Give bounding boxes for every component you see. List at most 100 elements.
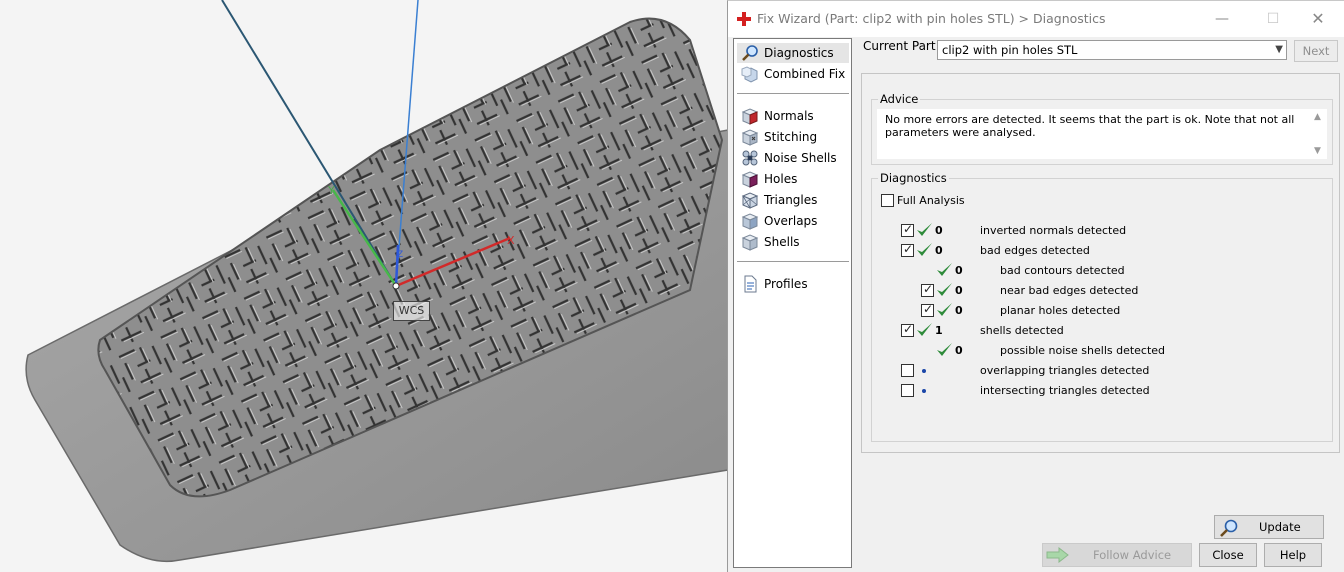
nav-separator (737, 261, 849, 262)
diagnostic-count: 0 (935, 244, 943, 257)
nav-item-triangles[interactable]: Triangles (737, 190, 849, 210)
ok-check-icon (937, 283, 952, 296)
diagnostic-row: 0 possible noise shells detected (901, 341, 1341, 361)
normals-cube-icon (741, 108, 759, 125)
diagnostic-checkbox[interactable] (921, 302, 934, 317)
current-part-label: Current Part: (863, 39, 940, 53)
title-bar[interactable]: Fix Wizard (Part: clip2 with pin holes S… (728, 1, 1344, 37)
nav-label: Combined Fix (764, 67, 846, 81)
diagnostic-checkbox[interactable] (901, 322, 914, 337)
diagnostic-label: bad contours detected (1000, 264, 1125, 277)
diagnostic-checkbox[interactable] (901, 364, 914, 377)
close-window-button[interactable]: ✕ (1295, 1, 1341, 37)
diagnostic-checkbox[interactable] (901, 242, 914, 257)
minimize-button[interactable]: — (1199, 1, 1245, 37)
stitching-cube-icon (741, 129, 759, 146)
nav-label: Shells (764, 235, 800, 249)
full-analysis-checkbox[interactable] (881, 194, 894, 207)
diagnostics-group: Diagnostics Full Analysis 0 inverted norm… (871, 171, 1333, 539)
wcs-label: WCS (393, 301, 430, 321)
nav-item-noise-shells[interactable]: Noise Shells (737, 148, 849, 168)
window-title: Fix Wizard (Part: clip2 with pin holes S… (757, 11, 1106, 26)
full-analysis-label: Full Analysis (897, 194, 965, 207)
shells-cube-icon (741, 234, 759, 251)
follow-advice-label: Follow Advice (1093, 548, 1172, 562)
3d-viewport[interactable]: Y X Z WCS (0, 0, 728, 572)
diagnostic-row: 0 bad edges detected (901, 241, 1341, 261)
ok-check-icon (937, 263, 952, 276)
diagnostic-label: overlapping triangles detected (980, 364, 1150, 377)
combined-fix-icon (741, 66, 758, 83)
nav-label: Profiles (764, 277, 808, 291)
diagnostic-row: 0 near bad edges detected (901, 281, 1341, 301)
ok-check-icon (937, 303, 952, 316)
x-axis-label: X (507, 234, 515, 247)
overlaps-cube-icon (741, 213, 759, 230)
arrow-right-icon (1046, 547, 1069, 563)
nav-label: Triangles (764, 193, 818, 207)
noise-shells-icon (742, 150, 758, 166)
diagnostic-label: intersecting triangles detected (980, 384, 1150, 397)
z-axis-label: Z (397, 250, 403, 260)
diagnostics-group-title: Diagnostics (878, 171, 949, 185)
nav-item-stitching[interactable]: Stitching (737, 127, 849, 147)
fix-wizard-dialog: Fix Wizard (Part: clip2 with pin holes S… (727, 0, 1344, 572)
help-button[interactable]: Help (1264, 543, 1322, 567)
ok-check-icon (917, 323, 932, 336)
follow-advice-button[interactable]: Follow Advice (1042, 543, 1192, 567)
chevron-down-icon: ▼ (1275, 44, 1283, 55)
diagnostic-count: 0 (955, 344, 963, 357)
magnifier-icon (742, 45, 758, 61)
diagnostic-checkbox[interactable] (901, 384, 914, 397)
maximize-button[interactable]: ☐ (1250, 1, 1296, 37)
diagnostic-label: near bad edges detected (1000, 284, 1139, 297)
next-button[interactable]: Next (1294, 40, 1338, 62)
update-button[interactable]: Update (1214, 515, 1324, 539)
nav-separator (737, 93, 849, 94)
nav-item-holes[interactable]: Holes (737, 169, 849, 189)
diagnostic-checkbox[interactable] (901, 222, 914, 237)
nav-label: Holes (764, 172, 798, 186)
diagnostic-label: possible noise shells detected (1000, 344, 1166, 357)
scroll-up-icon[interactable]: ▲ (1314, 111, 1321, 124)
diagnostic-label: planar holes detected (1000, 304, 1121, 317)
magnifier-icon (1220, 519, 1238, 537)
scroll-down-icon[interactable]: ▼ (1314, 145, 1321, 158)
nav-item-overlaps[interactable]: Overlaps (737, 211, 849, 231)
advice-text: No more errors are detected. It seems th… (885, 113, 1295, 139)
nav-item-normals[interactable]: Normals (737, 106, 849, 126)
nav-item-combined-fix[interactable]: Combined Fix (737, 64, 849, 84)
y-axis-label: Y (327, 184, 335, 197)
ok-check-icon (937, 343, 952, 356)
diagnostic-row: 0 bad contours detected (901, 261, 1341, 281)
pending-dot-icon (922, 369, 926, 373)
diagnostic-row: 0 planar holes detected (901, 301, 1341, 321)
diagnostic-count: 0 (935, 224, 943, 237)
diagnostic-count: 0 (955, 264, 963, 277)
diagnostic-row: overlapping triangles detected (901, 361, 1341, 381)
current-part-dropdown[interactable]: clip2 with pin holes STL ▼ (937, 40, 1287, 60)
nav-item-diagnostics[interactable]: Diagnostics (737, 43, 849, 63)
diagnostic-checkbox[interactable] (921, 282, 934, 297)
ok-check-icon (917, 243, 932, 256)
diagnostic-row: 1 shells detected (901, 321, 1341, 341)
advice-group-title: Advice (878, 92, 921, 106)
nav-label: Normals (764, 109, 814, 123)
nav-item-profiles[interactable]: Profiles (737, 274, 849, 294)
diagnostic-count: 1 (935, 324, 943, 337)
part-model-render: Y X Z (25, 0, 728, 563)
diagnostic-label: shells detected (980, 324, 1064, 337)
holes-cube-icon (741, 171, 759, 188)
diagnostic-label: bad edges detected (980, 244, 1090, 257)
nav-item-shells[interactable]: Shells (737, 232, 849, 252)
close-button[interactable]: Close (1199, 543, 1257, 567)
diagnostic-row: intersecting triangles detected (901, 381, 1341, 401)
full-analysis-option[interactable]: Full Analysis (881, 191, 1321, 211)
current-part-value: clip2 with pin holes STL (942, 43, 1078, 57)
advice-scrollbar[interactable]: ▲ ▼ (1310, 109, 1327, 159)
diagnostic-label: inverted normals detected (980, 224, 1127, 237)
diagnostic-count: 0 (955, 304, 963, 317)
wizard-navigation: Diagnostics Combined Fix Normals Stitchi… (733, 38, 852, 568)
advice-group: Advice No more errors are detected. It s… (871, 92, 1333, 165)
update-label: Update (1259, 520, 1301, 534)
